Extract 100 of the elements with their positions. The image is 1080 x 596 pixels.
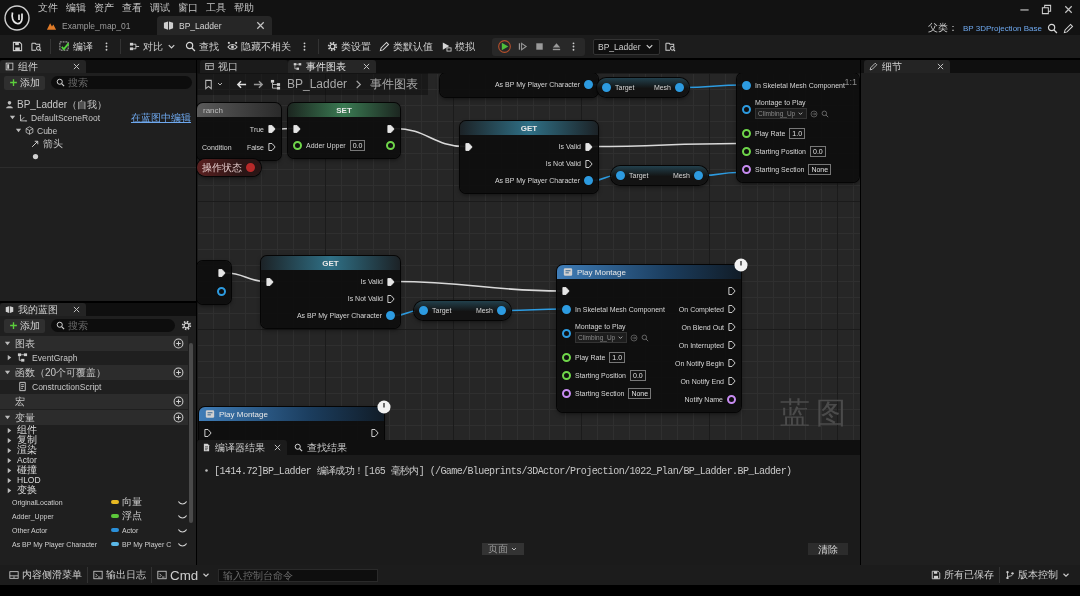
section-header[interactable]: 宏 [0,394,188,409]
scrollbar[interactable] [189,343,193,523]
expand-arrow-icon[interactable] [6,436,13,444]
data-pin-icon[interactable] [742,146,751,156]
save-icon[interactable] [12,41,23,52]
data-pin-icon[interactable] [584,80,593,89]
gear-icon[interactable] [181,320,192,331]
toolbar-button[interactable]: 模拟 [438,37,478,56]
document-tab[interactable]: BP_Ladder [157,16,272,35]
editor-tab[interactable]: 事件图表 [288,60,376,73]
exec-pin-icon[interactable] [387,124,395,133]
menu-item[interactable]: 帮助 [234,2,254,14]
close-icon[interactable] [72,305,81,314]
data-pin-icon[interactable] [742,128,751,138]
panel-tab[interactable]: 编译器结果 [197,440,287,455]
folder-search-icon[interactable] [664,41,676,52]
variable-type[interactable]: 向量 [122,495,174,509]
data-pin-icon[interactable] [217,286,226,296]
toolbar-button[interactable]: 对比 [126,37,180,56]
expand-arrow-icon[interactable] [9,114,16,121]
add-circle-icon[interactable] [173,412,184,423]
search-field[interactable]: 搜索 [51,76,192,89]
folder-search-icon[interactable] [31,41,42,52]
data-pin-icon[interactable] [386,141,395,150]
expand-arrow-icon[interactable] [6,456,13,464]
data-pin-icon[interactable] [562,388,571,398]
category-item[interactable]: 碰撞 [17,465,37,475]
component-item[interactable]: DefaultSceneRoot [31,112,100,123]
expand-arrow-icon[interactable] [6,426,13,434]
stop-icon[interactable] [534,41,545,52]
search-icon[interactable] [1047,22,1058,34]
menu-item[interactable]: 编辑 [66,2,86,14]
data-pin-icon[interactable] [562,352,571,362]
menu-item[interactable]: 工具 [206,2,226,14]
edit-in-blueprint-link[interactable]: 在蓝图中编辑 [131,110,191,125]
exec-pin-icon[interactable] [371,429,379,437]
category-item[interactable]: 变换 [17,485,37,495]
exec-pin-icon[interactable] [728,305,736,313]
breadcrumb-item[interactable]: 事件图表 [370,75,419,93]
exec-pin-icon[interactable] [585,159,593,168]
source-control-button[interactable]: 版本控制 [1000,566,1076,584]
expand-arrow-icon[interactable] [4,340,11,347]
save-status-button[interactable]: 所有已保存 [926,566,999,584]
add-button[interactable]: 添加 [4,75,45,90]
data-pin-icon[interactable] [419,306,428,315]
step-icon[interactable] [517,41,528,52]
component-item[interactable]: 箭头 [43,136,63,151]
data-pin-icon[interactable] [562,328,571,338]
data-pin-icon[interactable] [616,171,625,180]
category-item[interactable]: HLOD [17,475,41,485]
page-dropdown[interactable]: 页面 [481,543,524,555]
variable-node[interactable]: 操作状态 [197,159,261,176]
content-drawer-button[interactable]: 内容侧滑菜单 [4,566,87,584]
data-pin-icon[interactable] [497,306,506,315]
variable-type[interactable]: 浮点 [122,509,174,523]
close-icon[interactable] [255,20,266,31]
pencil-icon[interactable] [1063,22,1074,34]
cmd-dropdown[interactable]: Cmd [152,566,217,584]
panel-tab[interactable]: 查找结果 [289,440,373,455]
add-circle-icon[interactable] [173,338,184,349]
expand-arrow-icon[interactable] [6,476,13,484]
expand-arrow-icon[interactable] [6,354,13,361]
eject-icon[interactable] [551,41,562,52]
toolbar-button[interactable]: 隐藏不相关 [224,37,294,56]
function-node[interactable] [557,265,741,412]
expand-arrow-icon[interactable] [6,446,13,454]
data-pin-icon[interactable] [675,83,684,92]
expand-arrow-icon[interactable] [15,127,22,134]
component-item[interactable]: BP_Ladder（自我） [17,97,108,112]
arrow-circle-icon[interactable] [810,109,819,118]
add-circle-icon[interactable] [173,396,184,407]
exec-pin-icon[interactable] [465,142,473,151]
caret-icon[interactable] [216,80,224,88]
data-pin-icon[interactable] [742,164,751,174]
toolbar-button[interactable]: 编译 [56,37,96,56]
exec-pin-icon[interactable] [728,377,736,385]
section-header[interactable]: 变量 [0,410,188,425]
data-pin-icon[interactable] [562,304,571,314]
data-pin-icon[interactable] [742,80,751,90]
expand-arrow-icon[interactable] [6,486,13,494]
exec-pin-icon[interactable] [728,323,736,331]
list-item[interactable]: EventGraph [32,352,78,363]
data-pin-icon[interactable] [293,141,302,150]
close-icon[interactable] [936,62,945,71]
expand-arrow-icon[interactable] [4,369,11,376]
data-pin-icon[interactable] [694,171,703,180]
menu-item[interactable]: 调试 [150,2,170,14]
expand-arrow-icon[interactable] [4,414,11,421]
forward-arrow-icon[interactable] [253,78,264,90]
exec-pin-icon[interactable] [728,359,736,367]
clear-button[interactable]: 清除 [808,543,848,555]
exec-pin-icon[interactable] [728,341,736,349]
exec-pin-icon[interactable] [204,429,212,437]
bookmark-icon[interactable] [203,78,214,90]
toolbar-button[interactable]: 查找 [182,37,222,56]
toolbar-button[interactable]: 类设置 [324,37,374,56]
exec-pin-icon[interactable] [387,277,395,286]
hierarchy-icon[interactable] [270,78,281,90]
expand-arrow-icon[interactable] [6,466,13,474]
close-icon[interactable] [362,62,371,71]
